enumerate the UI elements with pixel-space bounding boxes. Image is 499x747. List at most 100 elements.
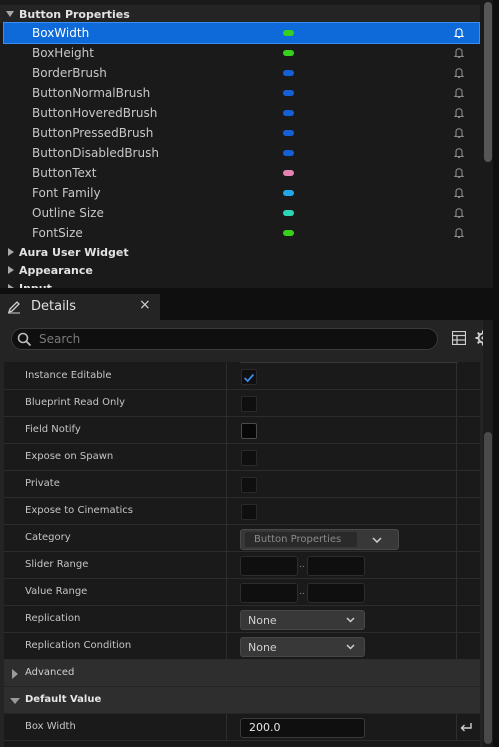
- type-pill-icon: [283, 90, 294, 96]
- range-min-input[interactable]: [240, 556, 298, 576]
- column-divider: [456, 471, 457, 497]
- dropdown[interactable]: None: [240, 637, 365, 657]
- search-input[interactable]: [39, 331, 429, 347]
- variable-name: ButtonHoveredBrush: [32, 106, 158, 120]
- checkbox[interactable]: [241, 477, 257, 493]
- property-label: Replication Condition: [25, 640, 132, 651]
- checkbox[interactable]: [241, 396, 257, 412]
- column-divider: [456, 633, 457, 659]
- category-combo[interactable]: Button Properties: [240, 529, 399, 550]
- bell-icon[interactable]: [453, 67, 465, 79]
- column-divider: [226, 714, 227, 740]
- variable-row[interactable]: BorderBrush: [4, 63, 479, 83]
- property-row: Replication None: [4, 606, 480, 633]
- bell-icon[interactable]: [453, 127, 465, 139]
- advanced-section[interactable]: Advanced: [4, 660, 480, 687]
- expand-arrow-icon: [12, 669, 18, 679]
- category-row[interactable]: Input: [0, 279, 480, 288]
- bell-icon[interactable]: [453, 147, 465, 159]
- bell-icon[interactable]: [453, 27, 465, 39]
- range-max-input[interactable]: [307, 556, 365, 576]
- tab-details[interactable]: Details ×: [0, 294, 160, 320]
- type-pill-icon: [283, 170, 294, 176]
- variable-row[interactable]: FontSize: [4, 223, 479, 243]
- column-divider: [226, 633, 227, 659]
- category-button-properties[interactable]: Button Properties: [0, 5, 480, 23]
- advanced-label: Advanced: [25, 667, 75, 678]
- type-pill-icon: [283, 30, 294, 36]
- category-label: Button Properties: [19, 7, 130, 21]
- type-pill-icon: [283, 150, 294, 156]
- bell-icon[interactable]: [453, 107, 465, 119]
- reset-to-default-icon[interactable]: [460, 722, 472, 733]
- bell-icon[interactable]: [453, 187, 465, 199]
- box-width-row: Box Width 200.0: [4, 714, 480, 741]
- default-value-section[interactable]: Default Value: [4, 687, 480, 714]
- box-width-input[interactable]: 200.0: [240, 718, 365, 738]
- column-divider: [226, 390, 227, 416]
- range-separator: ..: [299, 587, 305, 597]
- variable-row[interactable]: Font Family: [4, 183, 479, 203]
- bell-icon[interactable]: [453, 167, 465, 179]
- column-divider: [456, 579, 457, 605]
- column-divider: [456, 390, 457, 416]
- variable-row[interactable]: BoxWidth: [3, 22, 480, 44]
- dropdown[interactable]: None: [240, 610, 365, 630]
- bell-icon[interactable]: [453, 207, 465, 219]
- chevron-down-icon: [346, 644, 355, 650]
- column-divider: [226, 444, 227, 470]
- pencil-icon: [7, 301, 20, 314]
- bell-icon[interactable]: [453, 227, 465, 239]
- category-row[interactable]: Aura User Widget: [0, 243, 480, 261]
- variable-row[interactable]: ButtonNormalBrush: [4, 83, 479, 103]
- close-icon[interactable]: ×: [139, 297, 151, 313]
- variable-row[interactable]: ButtonDisabledBrush: [4, 143, 479, 163]
- chevron-down-icon: [372, 537, 382, 543]
- variable-row[interactable]: BoxHeight: [4, 43, 479, 63]
- checkbox[interactable]: [241, 369, 257, 385]
- property-row: Private: [4, 471, 480, 498]
- details-panel: Instance Editable Blueprint Read Only Fiel…: [0, 320, 499, 747]
- variable-name: ButtonText: [32, 166, 97, 180]
- column-divider: [226, 498, 227, 524]
- variables-scrollbar[interactable]: [484, 2, 492, 162]
- type-pill-icon: [283, 130, 294, 136]
- checkbox[interactable]: [241, 504, 257, 520]
- property-label: Field Notify: [25, 424, 81, 435]
- variable-name: Font Family: [32, 186, 101, 200]
- expand-arrow-icon: [8, 266, 14, 274]
- search-box[interactable]: [11, 328, 438, 350]
- details-scrollbar[interactable]: [484, 432, 492, 744]
- range-max-input[interactable]: [307, 583, 365, 603]
- category-label: Appearance: [19, 263, 93, 277]
- category-row[interactable]: Appearance: [0, 261, 480, 279]
- bell-icon[interactable]: [453, 47, 465, 59]
- checkmark-icon: [244, 373, 255, 383]
- column-divider: [456, 363, 457, 389]
- column-divider: [456, 417, 457, 443]
- property-row: Category Button Properties: [4, 525, 480, 552]
- property-row: Value Range..: [4, 579, 480, 606]
- range-separator: ..: [299, 560, 305, 570]
- variable-name: BoxHeight: [32, 46, 94, 60]
- category-value[interactable]: Button Properties: [245, 532, 357, 547]
- bell-icon[interactable]: [453, 87, 465, 99]
- column-divider: [456, 525, 457, 551]
- checkbox[interactable]: [241, 450, 257, 466]
- table-view-icon[interactable]: [452, 331, 466, 345]
- property-row: Replication Condition None: [4, 633, 480, 660]
- variable-row[interactable]: Outline Size: [4, 203, 479, 223]
- variable-row[interactable]: ButtonPressedBrush: [4, 123, 479, 143]
- variable-row[interactable]: ButtonHoveredBrush: [4, 103, 479, 123]
- range-min-input[interactable]: [240, 583, 298, 603]
- checkbox[interactable]: [241, 423, 257, 439]
- type-pill-icon: [283, 210, 294, 216]
- property-label: Instance Editable: [25, 370, 112, 381]
- property-row: Field Notify: [4, 417, 480, 444]
- property-row: Expose on Spawn: [4, 444, 480, 471]
- column-divider: [456, 714, 457, 740]
- variable-row[interactable]: ButtonText: [4, 163, 479, 183]
- type-pill-icon: [283, 230, 294, 236]
- column-divider: [226, 606, 227, 632]
- type-pill-icon: [283, 110, 294, 116]
